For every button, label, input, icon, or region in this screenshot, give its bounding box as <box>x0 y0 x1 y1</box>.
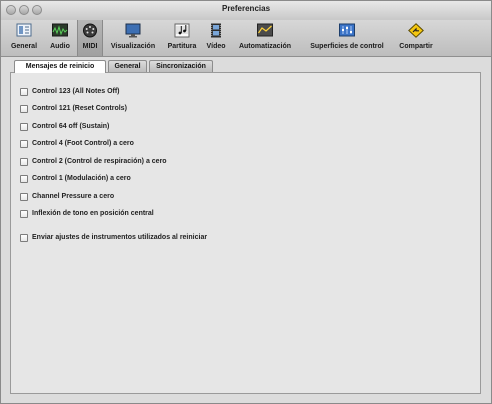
checkbox[interactable] <box>20 88 28 96</box>
checkbox[interactable] <box>20 105 28 113</box>
preferences-toolbar: General Audio MIDI Visualización Partitu… <box>1 20 491 57</box>
window-title: Preferencias <box>221 4 271 13</box>
share-icon <box>408 23 424 38</box>
tab-synchronization[interactable]: Sincronización <box>149 60 213 72</box>
toolbar-item-automation[interactable]: Automatización <box>231 20 299 56</box>
toolbar-item-score[interactable]: Partitura <box>163 20 201 56</box>
checkbox[interactable] <box>20 175 28 183</box>
checkbox[interactable] <box>20 210 28 218</box>
automation-icon <box>257 23 273 37</box>
control-surfaces-icon <box>339 23 355 37</box>
checkbox[interactable] <box>20 234 28 242</box>
toolbar-item-display[interactable]: Visualización <box>105 20 161 56</box>
toolbar-item-audio[interactable]: Audio <box>45 20 75 56</box>
display-icon <box>125 23 141 38</box>
preferences-content: Mensajes de reinicio General Sincronizac… <box>10 57 482 395</box>
general-icon <box>16 23 32 37</box>
checkbox[interactable] <box>20 123 28 131</box>
toolbar-item-midi[interactable]: MIDI <box>77 20 103 56</box>
preferences-window: Preferencias General Audio MIDI Visualiz… <box>0 0 492 404</box>
toolbar-item-general[interactable]: General <box>7 20 41 56</box>
audio-icon <box>52 23 68 37</box>
reset-messages-panel: Control 123 (All Notes Off) Control 121 … <box>10 72 481 394</box>
title-bar: Preferencias <box>1 1 491 21</box>
checkbox[interactable] <box>20 140 28 148</box>
midi-icon <box>83 23 97 38</box>
checkbox[interactable] <box>20 193 28 201</box>
tab-reset-messages[interactable]: Mensajes de reinicio <box>14 60 106 73</box>
toolbar-item-video[interactable]: Vídeo <box>203 20 229 56</box>
tab-general[interactable]: General <box>108 60 147 72</box>
checkbox[interactable] <box>20 158 28 166</box>
video-icon <box>211 23 221 38</box>
toolbar-item-share[interactable]: Compartir <box>395 20 437 56</box>
score-icon <box>174 23 190 38</box>
toolbar-item-control-surfaces[interactable]: Superficies de control <box>301 20 393 56</box>
